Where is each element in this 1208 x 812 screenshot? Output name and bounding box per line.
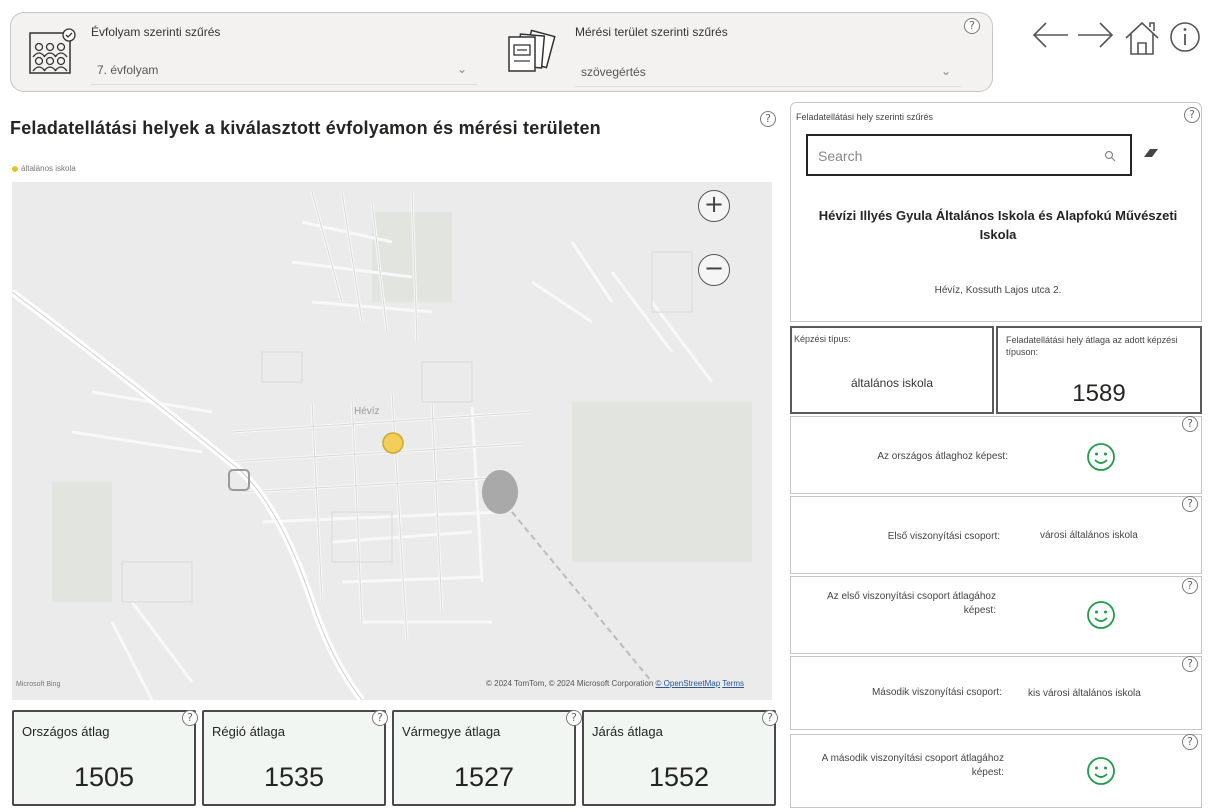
help-icon[interactable]: ?: [1182, 578, 1198, 594]
legend-label: általános iskola: [21, 164, 76, 173]
area-filter-label: Mérési terület szerinti szűrés: [575, 25, 728, 39]
help-icon[interactable]: ?: [372, 710, 388, 726]
documents-icon: [508, 29, 556, 72]
site-average-box: Feladatellátási hely átlaga az adott kép…: [996, 326, 1202, 414]
eraser-icon[interactable]: [1142, 146, 1160, 160]
second-compare-label: A második viszonyítási csoport átlagához…: [821, 753, 1004, 778]
help-icon[interactable]: ?: [1182, 496, 1198, 512]
help-icon[interactable]: ?: [1182, 656, 1198, 672]
legend-dot: [12, 165, 18, 172]
help-icon[interactable]: ?: [762, 710, 778, 726]
national-average-card: Országos átlag 1505: [12, 710, 196, 806]
bing-logo: Microsoft Bing: [16, 681, 61, 688]
osm-link[interactable]: © OpenStreetMap: [656, 679, 721, 688]
card-title: Országos átlag: [22, 724, 110, 739]
zoom-in-button[interactable]: +: [698, 190, 730, 222]
national-compare-label: Az országos átlaghoz képest:: [877, 451, 1008, 462]
site-average-value: 1589: [1072, 380, 1126, 407]
search-input[interactable]: Search: [806, 134, 1132, 176]
training-type-value: általános iskola: [850, 376, 934, 390]
first-compare-label: Az első viszonyítási csoport átlagához k…: [827, 591, 996, 616]
chevron-down-icon: ⌄: [940, 64, 951, 78]
help-icon[interactable]: ?: [964, 18, 980, 34]
help-icon[interactable]: ?: [182, 710, 198, 726]
grade-filter-label: Évfolyam szerinti szűrés: [91, 25, 221, 39]
card-title: Régió átlaga: [212, 724, 285, 739]
terms-link[interactable]: Terms: [722, 679, 744, 688]
filter-bar: Évfolyam szerinti szűrés 7. évfolyam ⌄ M…: [10, 12, 993, 92]
county-average-card: Vármegye átlaga 1527: [392, 710, 576, 806]
map-view[interactable]: Hévíz + − Microsoft Bing © 2024 TomTom, …: [12, 182, 772, 700]
help-icon[interactable]: ?: [760, 111, 776, 127]
arrow-left-icon[interactable]: [1030, 18, 1070, 52]
place-label: Hévíz: [354, 406, 380, 417]
map-title: Feladatellátási helyek a kiválasztott év…: [10, 118, 601, 138]
card-title: Járás átlaga: [592, 724, 663, 739]
second-group-value: kis városi általános iskola: [1028, 688, 1141, 699]
training-type-label: Képzési típus:: [794, 334, 851, 344]
card-value: 1552: [648, 762, 710, 792]
info-icon[interactable]: [1168, 20, 1202, 54]
region-average-card: Régió átlaga 1535: [202, 710, 386, 806]
map-canvas[interactable]: Hévíz: [12, 182, 772, 700]
smiley-icon: [1087, 757, 1115, 785]
card-title: Vármegye átlaga: [402, 724, 501, 739]
smiley-icon: [1087, 443, 1115, 471]
search-placeholder: Search: [818, 148, 863, 164]
arrow-right-icon[interactable]: [1076, 18, 1116, 52]
site-average-label: Feladatellátási hely átlaga az adott kép…: [1006, 335, 1178, 357]
map-legend: általános iskola: [12, 164, 76, 173]
smiley-icon: [1087, 601, 1115, 629]
site-filter-title: Feladatellátási hely szerinti szűrés: [796, 112, 934, 122]
school-name: Hévízi Illyés Gyula Általános Iskola és …: [818, 208, 1178, 242]
help-icon[interactable]: ?: [1182, 734, 1198, 750]
area-select[interactable]: szövegértés ⌄: [575, 57, 961, 87]
district-average-card: Járás átlaga 1552: [582, 710, 776, 806]
first-group-label: Első viszonyítási csoport:: [887, 531, 1000, 542]
help-icon[interactable]: ?: [1182, 416, 1198, 432]
school-address: Hévíz, Kossuth Lajos utca 2.: [934, 285, 1062, 296]
map-attribution: © 2024 TomTom, © 2024 Microsoft Corporat…: [486, 679, 744, 688]
chevron-down-icon: ⌄: [456, 62, 467, 76]
school-map-marker[interactable]: [382, 432, 404, 454]
card-value: 1505: [73, 762, 135, 792]
students-icon: [29, 28, 76, 74]
training-type-box: Képzési típus: általános iskola: [790, 326, 994, 414]
first-group-value: városi általános iskola: [1040, 530, 1138, 541]
help-icon[interactable]: ?: [1184, 107, 1200, 123]
grade-select-value: 7. évfolyam: [97, 63, 159, 77]
search-icon: [1104, 150, 1116, 162]
second-group-label: Második viszonyítási csoport:: [871, 687, 1002, 698]
grade-select[interactable]: 7. évfolyam ⌄: [91, 55, 477, 85]
attribution-text: © 2024 TomTom, © 2024 Microsoft Corporat…: [486, 679, 654, 688]
zoom-out-button[interactable]: −: [698, 254, 730, 286]
area-select-value: szövegértés: [581, 65, 646, 79]
home-icon[interactable]: [1122, 18, 1162, 58]
card-value: 1535: [263, 762, 325, 792]
card-value: 1527: [453, 762, 515, 792]
help-icon[interactable]: ?: [566, 710, 582, 726]
